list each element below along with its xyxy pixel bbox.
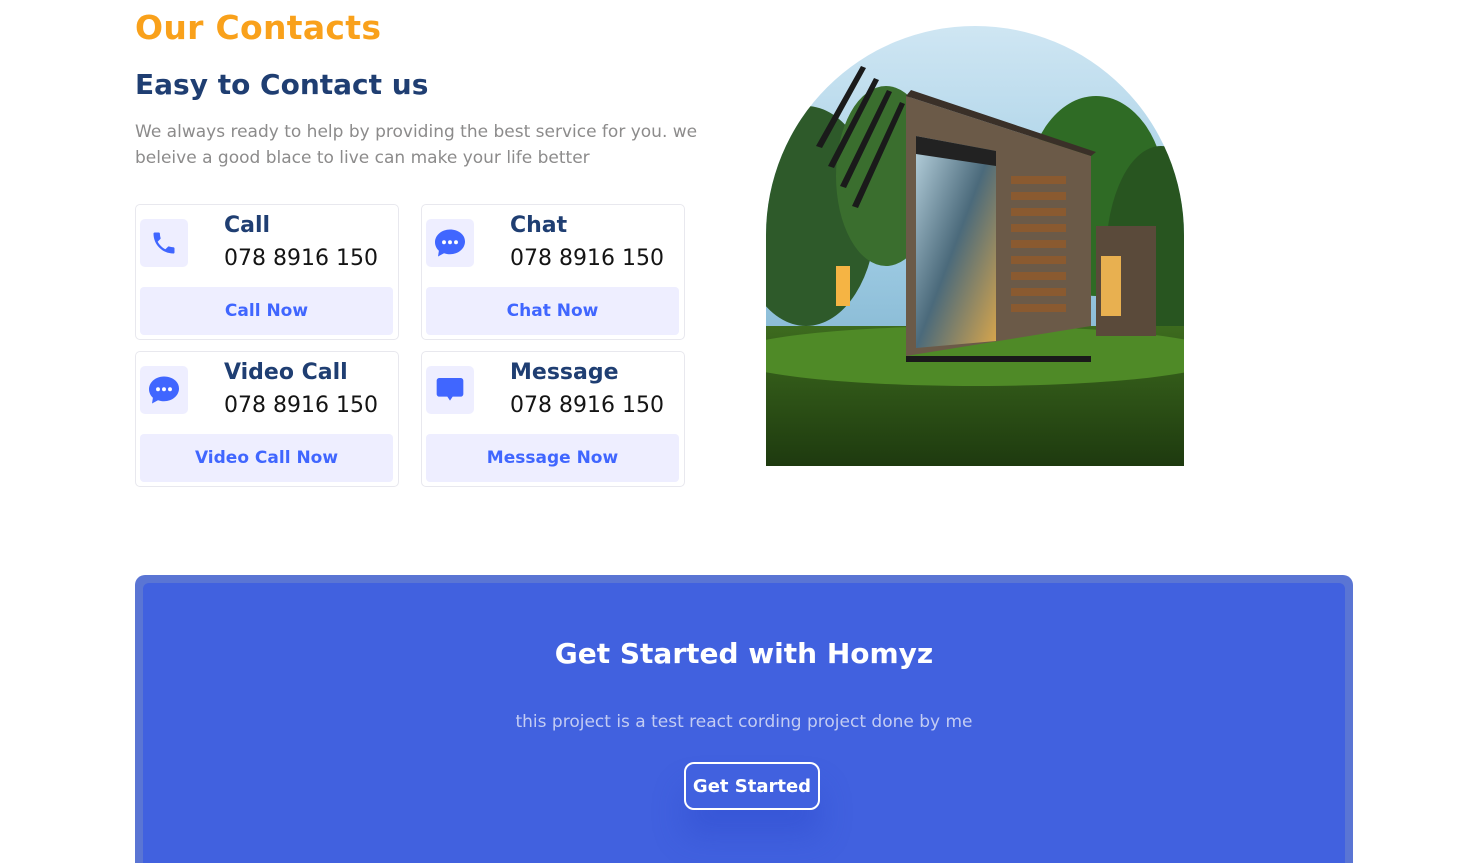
get-started-description: this project is a test react cording pro… [515, 712, 973, 732]
section-title: Easy to Contact us [135, 68, 429, 101]
contact-card-chat: Chat 078 8916 150 Chat Now [421, 204, 685, 340]
get-started-button[interactable]: Get Started [684, 762, 820, 810]
contact-card-phone: 078 8916 150 [224, 246, 378, 271]
message-now-button[interactable]: Message Now [426, 434, 679, 482]
contact-house-image [766, 26, 1184, 466]
chat-now-button[interactable]: Chat Now [426, 287, 679, 335]
get-started-section: Get Started with Homyz this project is a… [135, 575, 1353, 863]
contact-card-video-call: Video Call 078 8916 150 Video Call Now [135, 351, 399, 487]
message-bubble-icon [426, 366, 474, 414]
contact-card-title: Chat [510, 213, 568, 238]
section-eyebrow-title: Our Contacts [135, 8, 382, 47]
contact-card-phone: 078 8916 150 [224, 393, 378, 418]
get-started-title: Get Started with Homyz [554, 637, 934, 670]
video-call-now-button[interactable]: Video Call Now [140, 434, 393, 482]
contact-card-phone: 078 8916 150 [510, 246, 664, 271]
contact-card-title: Message [510, 360, 619, 385]
contact-card-call: Call 078 8916 150 Call Now [135, 204, 399, 340]
contact-card-phone: 078 8916 150 [510, 393, 664, 418]
contact-card-title: Call [224, 213, 271, 238]
chat-bubble-dots-icon [140, 366, 188, 414]
chat-bubble-dots-icon [426, 219, 474, 267]
phone-icon [140, 219, 188, 267]
get-started-panel: Get Started with Homyz this project is a… [143, 583, 1345, 863]
call-now-button[interactable]: Call Now [140, 287, 393, 335]
contact-card-title: Video Call [224, 360, 348, 385]
section-description: We always ready to help by providing the… [135, 122, 698, 168]
contact-card-message: Message 078 8916 150 Message Now [421, 351, 685, 487]
